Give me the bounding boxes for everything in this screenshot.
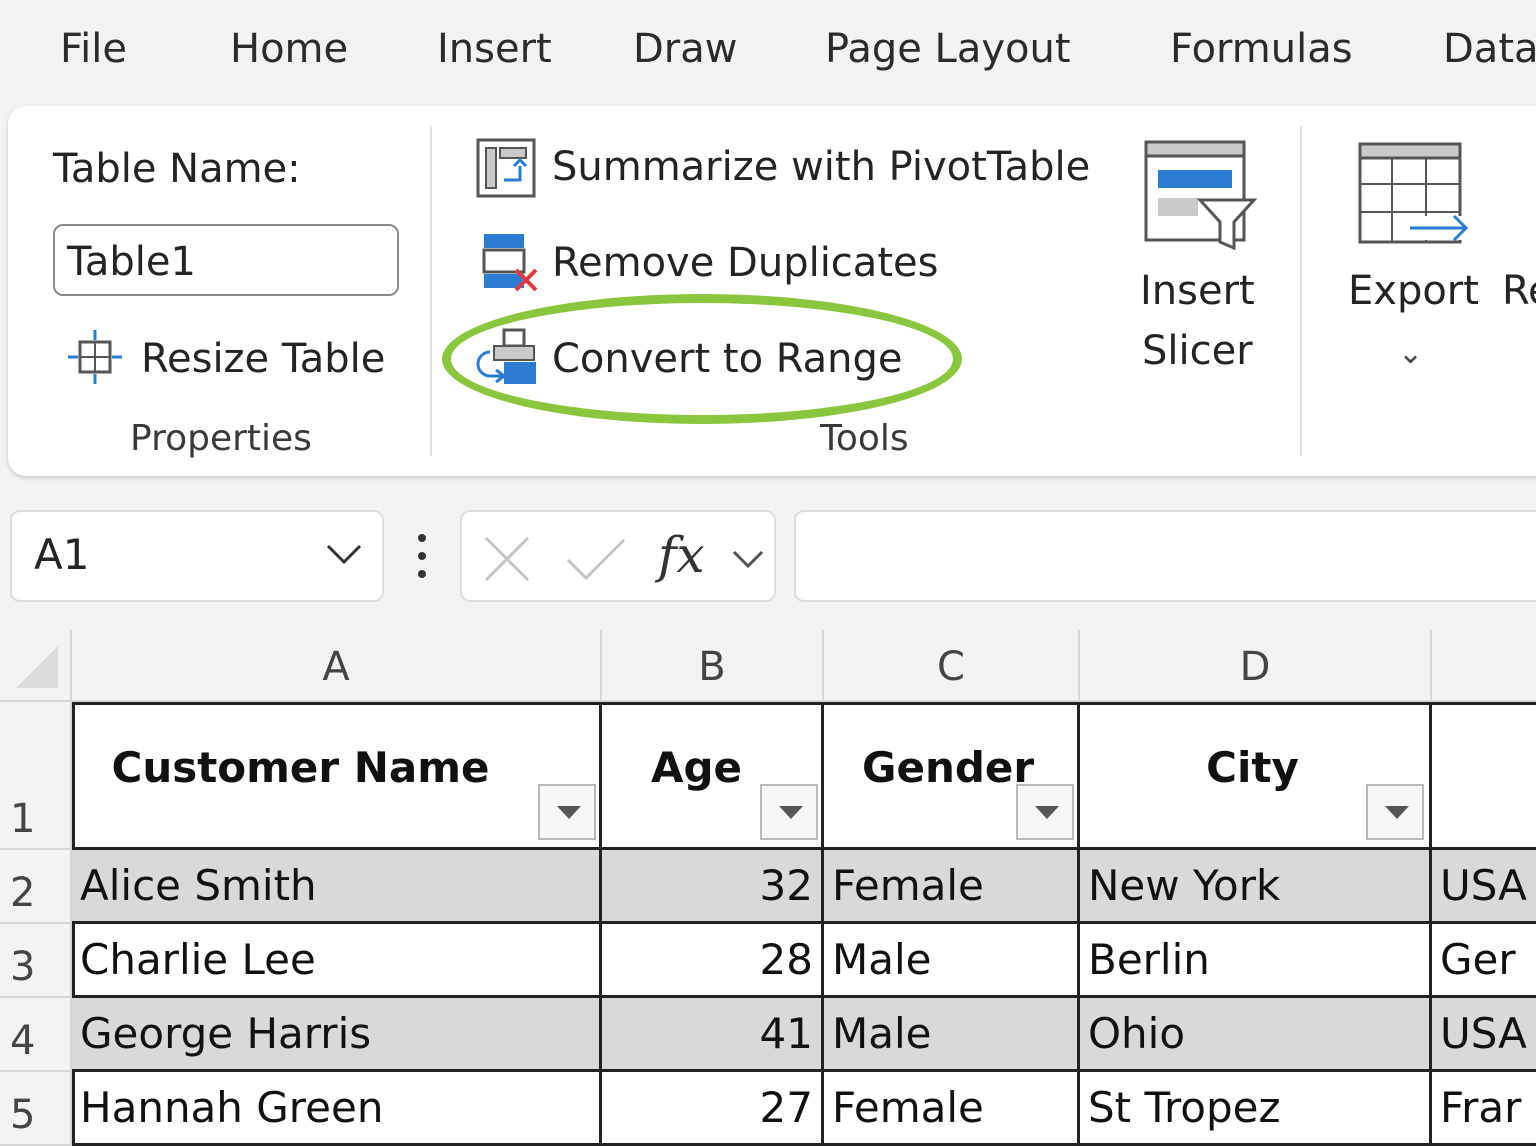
table-cell[interactable]: 41	[602, 998, 824, 1072]
table-name-label: Table Name:	[53, 146, 301, 192]
table-cell[interactable]: Male	[824, 924, 1080, 998]
column-header-d[interactable]: D	[1080, 630, 1432, 702]
tab-insert[interactable]: Insert	[437, 26, 552, 72]
table-cell[interactable]: Female	[824, 850, 1080, 924]
table-cell[interactable]: Alice Smith	[72, 850, 602, 924]
table-cell[interactable]: 28	[602, 924, 824, 998]
table-cell[interactable]: Male	[824, 998, 1080, 1072]
fx-chevron-down-icon[interactable]	[730, 546, 766, 576]
export-chevron-down-icon[interactable]: ⌄	[1398, 336, 1423, 371]
row-header-2[interactable]: 2	[0, 850, 72, 924]
table-cell[interactable]: St Tropez	[1080, 1072, 1432, 1146]
enter-check-icon[interactable]	[564, 536, 628, 586]
name-box[interactable]: A1	[10, 510, 384, 602]
tab-data[interactable]: Data	[1443, 26, 1536, 72]
row-header-3[interactable]: 3	[0, 924, 72, 998]
export-icon	[1356, 140, 1476, 250]
ribbon: Table Name: Table1 Resize Table Properti…	[8, 106, 1536, 476]
convert-to-range-highlight	[442, 294, 962, 424]
table-cell[interactable]: Ger	[1432, 924, 1536, 998]
chevron-down-icon[interactable]	[324, 538, 364, 572]
insert-function-button[interactable]: fx	[658, 526, 705, 584]
insert-slicer-icon	[1142, 138, 1258, 254]
properties-group-label: Properties	[130, 418, 312, 459]
table-cell[interactable]: Charlie Lee	[72, 924, 602, 998]
remove-duplicates-button[interactable]: Remove Duplicates	[552, 240, 938, 286]
table-cell[interactable]: Berlin	[1080, 924, 1432, 998]
cancel-icon[interactable]	[482, 534, 534, 588]
table-cell[interactable]: Frar	[1432, 1072, 1536, 1146]
column-header-a[interactable]: A	[72, 630, 602, 702]
table-cell[interactable]: Hannah Green	[72, 1072, 602, 1146]
table-cell[interactable]: Ohio	[1080, 998, 1432, 1072]
tab-file[interactable]: File	[60, 26, 127, 72]
summarize-pivottable-button[interactable]: Summarize with PivotTable	[552, 144, 1090, 190]
table-name-input[interactable]: Table1	[53, 224, 399, 296]
table-cell[interactable]: George Harris	[72, 998, 602, 1072]
insert-slicer-label-line2[interactable]: Slicer	[1142, 328, 1253, 374]
column-header-c[interactable]: C	[824, 630, 1080, 702]
formula-buttons: fx	[460, 510, 776, 602]
remove-duplicates-icon	[478, 230, 542, 294]
refresh-button-partial[interactable]: Re	[1502, 268, 1536, 314]
column-header-e[interactable]	[1432, 630, 1536, 702]
export-button[interactable]: Export	[1348, 268, 1479, 314]
header-cell-e[interactable]	[1432, 702, 1536, 850]
resize-table-button[interactable]: Resize Table	[141, 336, 385, 382]
filter-dropdown-button[interactable]	[1016, 784, 1074, 840]
more-options-icon[interactable]	[414, 532, 430, 586]
row-header-4[interactable]: 4	[0, 998, 72, 1072]
tools-group-label: Tools	[820, 418, 909, 459]
table-cell[interactable]: USA	[1432, 998, 1536, 1072]
worksheet-grid: A B C D 1 2 3 4 5 Customer Name Age Gend…	[0, 630, 1536, 1146]
name-box-value: A1	[34, 530, 90, 579]
table-cell[interactable]: 32	[602, 850, 824, 924]
table-cell[interactable]: Female	[824, 1072, 1080, 1146]
resize-table-icon	[66, 328, 124, 386]
filter-dropdown-button[interactable]	[538, 784, 596, 840]
tab-home[interactable]: Home	[230, 26, 348, 72]
table-cell[interactable]: USA	[1432, 850, 1536, 924]
pivottable-icon	[474, 136, 538, 200]
tab-draw[interactable]: Draw	[633, 26, 737, 72]
tab-page-layout[interactable]: Page Layout	[825, 26, 1071, 72]
ribbon-separator	[1300, 126, 1302, 456]
header-cell-customer-name[interactable]: Customer Name	[72, 702, 602, 850]
column-header-b[interactable]: B	[602, 630, 824, 702]
filter-dropdown-button[interactable]	[1366, 784, 1424, 840]
table-cell[interactable]: 27	[602, 1072, 824, 1146]
row-header-1[interactable]: 1	[0, 702, 72, 850]
filter-dropdown-button[interactable]	[760, 784, 818, 840]
select-all-corner[interactable]	[0, 630, 72, 702]
formula-input[interactable]	[794, 510, 1536, 602]
insert-slicer-label-line1[interactable]: Insert	[1140, 268, 1255, 314]
ribbon-separator	[430, 126, 432, 456]
row-header-5[interactable]: 5	[0, 1072, 72, 1146]
tab-formulas[interactable]: Formulas	[1170, 26, 1353, 72]
table-cell[interactable]: New York	[1080, 850, 1432, 924]
menu-tabs: File Home Insert Draw Page Layout Formul…	[0, 0, 1536, 105]
